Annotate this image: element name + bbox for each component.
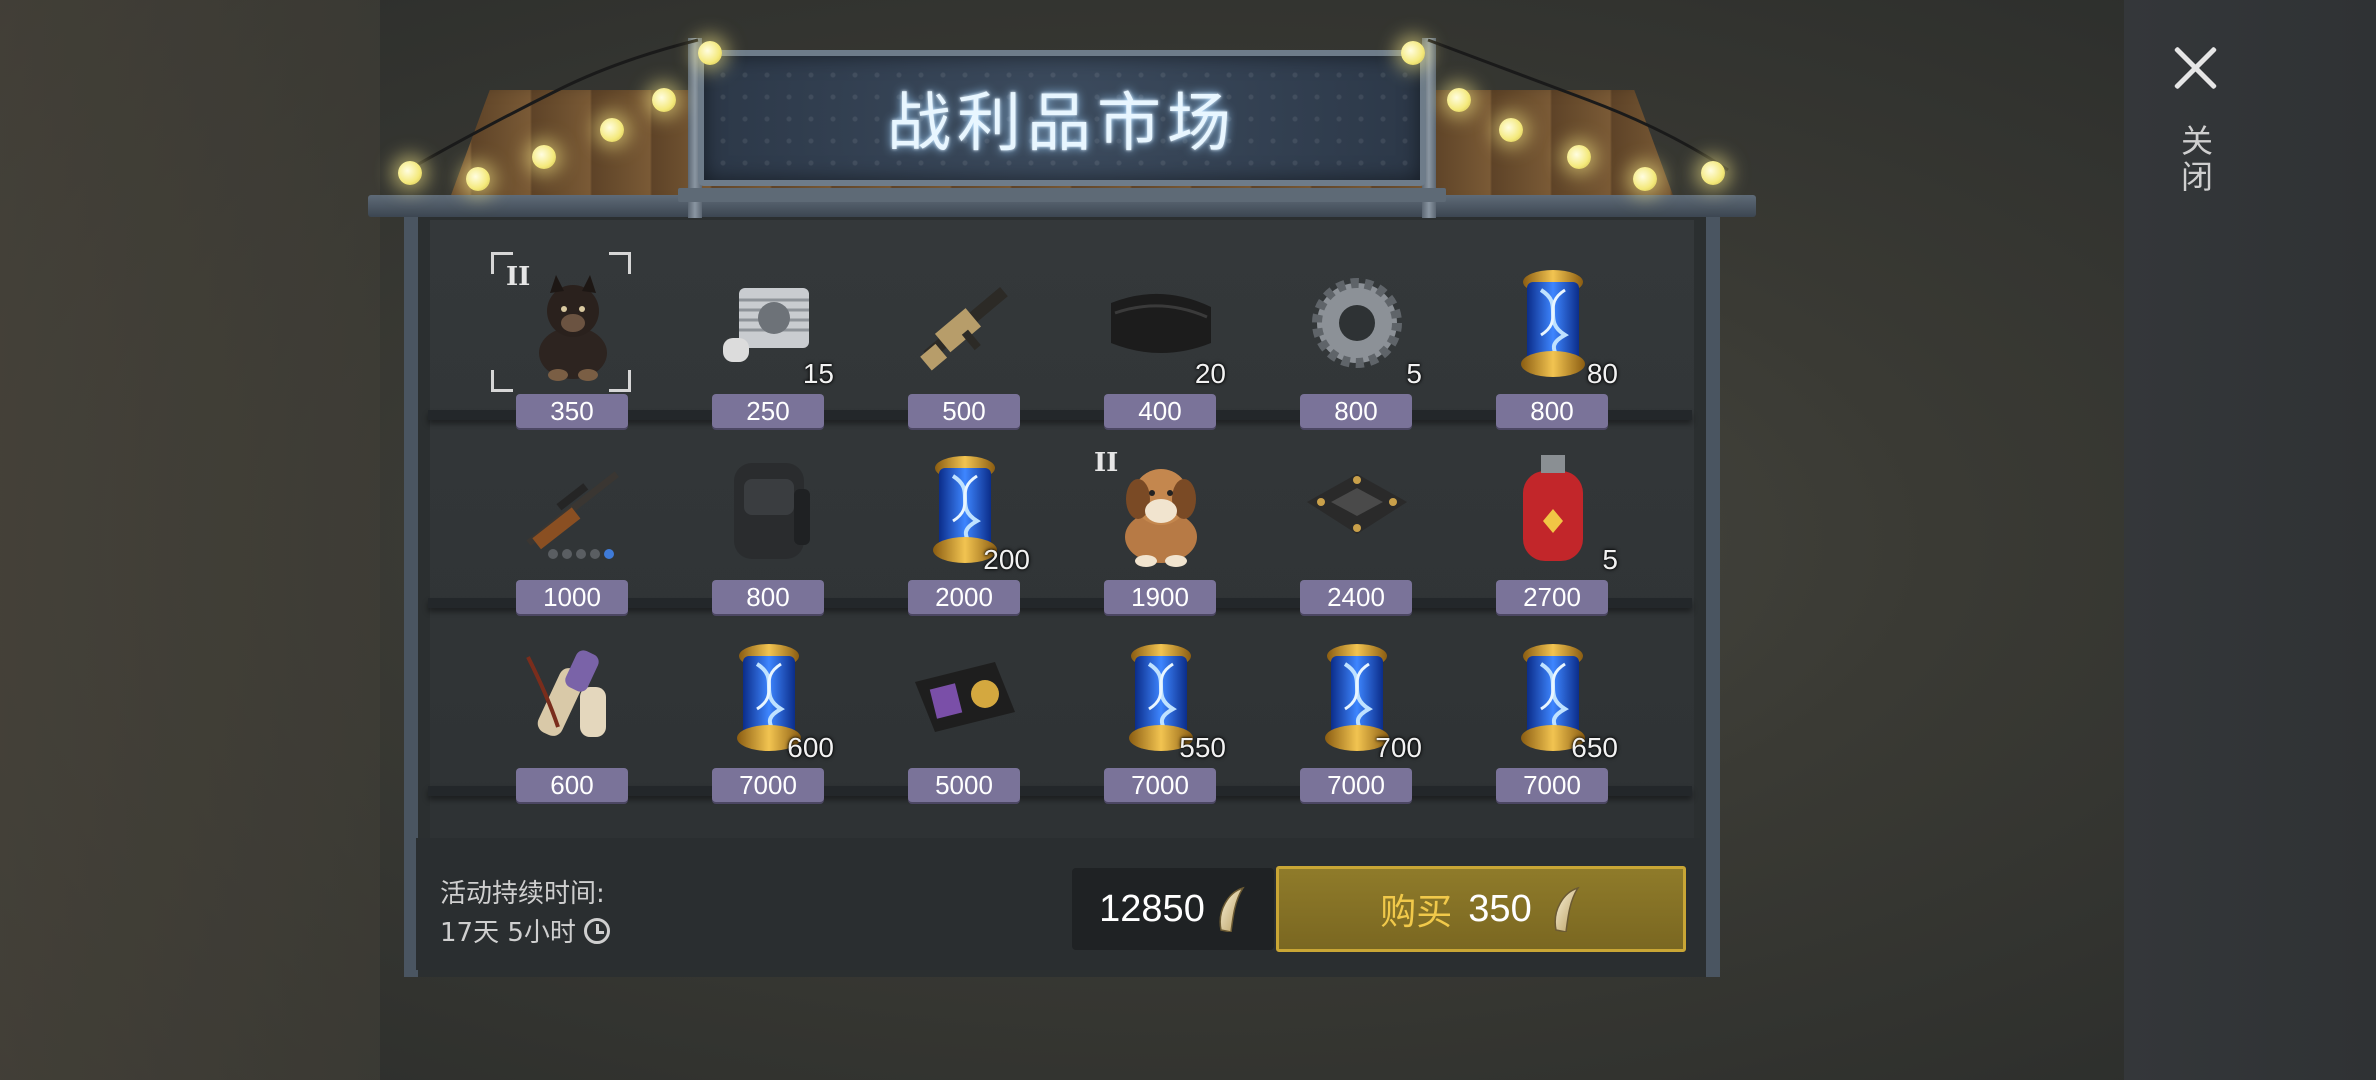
item-price: 5000 bbox=[908, 768, 1020, 802]
item-quantity: 600 bbox=[787, 732, 834, 763]
fang-currency-icon bbox=[1554, 887, 1579, 932]
market-item[interactable]: II 350 bbox=[488, 252, 638, 438]
light-bulb bbox=[1701, 161, 1725, 185]
item-price: 800 bbox=[1496, 394, 1608, 428]
duration-label: 活动持续时间: bbox=[440, 879, 605, 909]
fang-currency-icon bbox=[1219, 887, 1244, 932]
market-item[interactable]: 2400 bbox=[1272, 444, 1422, 624]
item-quantity: 650 bbox=[1571, 732, 1618, 763]
market-item[interactable]: 1000 bbox=[488, 444, 638, 624]
market-title: 战利品市场 bbox=[887, 87, 1237, 161]
market-item[interactable]: 700 7000 bbox=[1272, 632, 1422, 812]
gas-tank-icon bbox=[1493, 444, 1613, 574]
item-price: 350 bbox=[516, 394, 628, 428]
market-item[interactable]: 200 2000 bbox=[880, 444, 1030, 624]
gear-icon bbox=[1297, 258, 1417, 388]
duration-value-row: 17天 5小时 bbox=[440, 912, 610, 949]
item-price: 500 bbox=[908, 394, 1020, 428]
sniper-rifle-icon bbox=[513, 444, 633, 574]
light-bulb bbox=[1447, 88, 1471, 112]
light-bulb bbox=[532, 145, 556, 169]
dog-brown-icon bbox=[1101, 444, 1221, 574]
light-bulb bbox=[1401, 41, 1425, 65]
item-price: 7000 bbox=[1300, 768, 1412, 802]
item-price: 250 bbox=[712, 394, 824, 428]
item-price: 2700 bbox=[1496, 580, 1608, 614]
item-quantity: 5 bbox=[1406, 358, 1422, 389]
light-bulb bbox=[1499, 118, 1523, 142]
item-price: 800 bbox=[1300, 394, 1412, 428]
light-bulb bbox=[1567, 145, 1591, 169]
market-item[interactable]: 800 bbox=[684, 444, 834, 624]
market-item[interactable]: 650 7000 bbox=[1468, 632, 1618, 812]
market-item[interactable]: 20 400 bbox=[1076, 258, 1226, 438]
buy-label: 购买 bbox=[1380, 892, 1453, 933]
light-bulb bbox=[398, 161, 422, 185]
item-quantity: 80 bbox=[1586, 358, 1618, 389]
light-bulb bbox=[1633, 167, 1657, 191]
market-item[interactable]: 80 800 bbox=[1468, 258, 1618, 438]
item-quantity: 550 bbox=[1179, 732, 1226, 763]
market-item[interactable]: 5000 bbox=[880, 632, 1030, 812]
light-bulb bbox=[698, 41, 722, 65]
buy-button[interactable]: 购买 350 bbox=[1276, 866, 1686, 952]
market-item[interactable]: 500 bbox=[880, 258, 1030, 438]
item-price: 2400 bbox=[1300, 580, 1412, 614]
dog-black-icon bbox=[513, 258, 633, 388]
item-price: 600 bbox=[516, 768, 628, 802]
badge-wallet-icon bbox=[905, 632, 1025, 762]
market-item[interactable]: 5 2700 bbox=[1468, 444, 1618, 624]
market-item[interactable]: II 1900 bbox=[1076, 444, 1226, 624]
market-sign: 战利品市场 bbox=[678, 38, 1446, 218]
item-quantity: 20 bbox=[1194, 358, 1226, 389]
currency-balance: 12850 bbox=[1072, 868, 1274, 950]
close-label: 关闭 bbox=[2176, 124, 2214, 196]
item-quantity: 200 bbox=[983, 544, 1030, 575]
duration-value: 17天 5小时 bbox=[440, 918, 576, 948]
sign-board: 战利品市场 bbox=[698, 50, 1426, 186]
circuit-board-icon bbox=[1297, 444, 1417, 574]
item-price: 7000 bbox=[1496, 768, 1608, 802]
item-price: 7000 bbox=[1104, 768, 1216, 802]
market-item[interactable]: 600 7000 bbox=[684, 632, 834, 812]
item-price: 2000 bbox=[908, 580, 1020, 614]
market-item[interactable]: 550 7000 bbox=[1076, 632, 1226, 812]
item-price: 1900 bbox=[1104, 580, 1216, 614]
rifle-icon bbox=[905, 258, 1025, 388]
item-price: 400 bbox=[1104, 394, 1216, 428]
market-item[interactable]: 600 bbox=[488, 632, 638, 812]
backpack-icon bbox=[709, 444, 829, 574]
light-bulb bbox=[652, 88, 676, 112]
item-quantity: 5 bbox=[1602, 544, 1618, 575]
item-price: 1000 bbox=[516, 580, 628, 614]
item-quantity: 700 bbox=[1375, 732, 1422, 763]
light-bulb bbox=[466, 167, 490, 191]
item-price: 800 bbox=[712, 580, 824, 614]
buy-price: 350 bbox=[1468, 887, 1532, 930]
balance-value: 12850 bbox=[1099, 887, 1205, 930]
market-item[interactable]: 5 800 bbox=[1272, 258, 1422, 438]
close-button[interactable]: 关闭 bbox=[2165, 40, 2225, 220]
background-right bbox=[2124, 0, 2376, 1080]
background-left bbox=[0, 0, 380, 1080]
item-price: 7000 bbox=[712, 768, 824, 802]
clock-icon bbox=[583, 917, 610, 944]
scroll-icon bbox=[513, 632, 633, 762]
close-icon[interactable] bbox=[2167, 40, 2223, 96]
market-item[interactable]: 15 250 bbox=[684, 258, 834, 438]
light-bulb bbox=[600, 118, 624, 142]
item-quantity: 15 bbox=[802, 358, 834, 389]
